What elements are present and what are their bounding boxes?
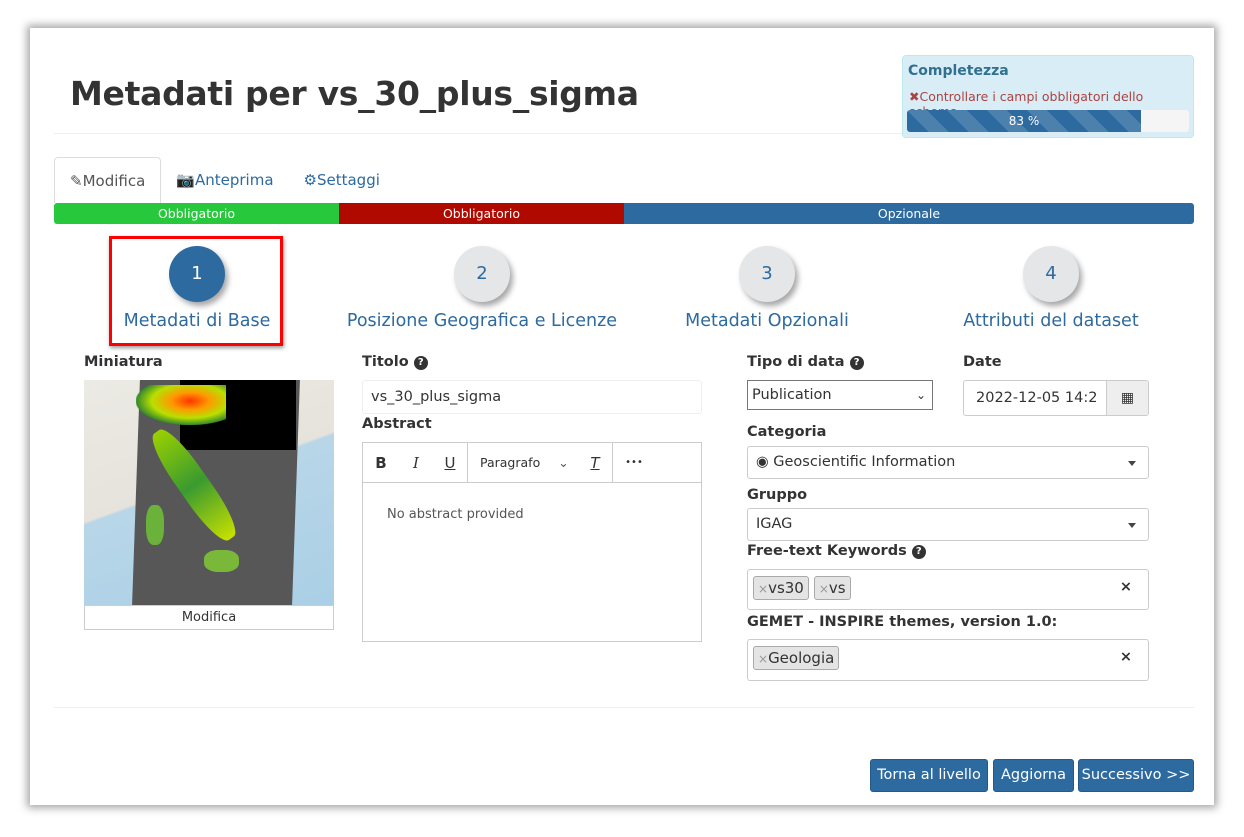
thumbnail-label: Miniatura xyxy=(84,354,163,370)
step-label: Attributi del dataset xyxy=(963,311,1139,331)
tab-modifica[interactable]: ✎Modifica xyxy=(54,157,162,203)
step-label: Posizione Geografica e Licenze xyxy=(346,311,618,331)
completeness-title: Completezza xyxy=(908,63,1009,79)
chevron-down-icon: ⌄ xyxy=(915,388,926,402)
tag-text: vs30 xyxy=(768,579,804,597)
segment-obbligatorio-2: Obbligatorio xyxy=(339,203,624,224)
title-input[interactable]: vs_30_plus_sigma xyxy=(362,380,702,414)
tag-text: vs xyxy=(828,579,846,597)
select-value: Geoscientific Information xyxy=(773,454,956,470)
gear-icon: ⚙ xyxy=(303,171,317,189)
tab-settaggi[interactable]: ⚙Settaggi xyxy=(289,157,395,203)
clear-format-button[interactable]: T xyxy=(578,454,612,472)
data-type-select[interactable]: Publication ⌄ xyxy=(747,380,933,410)
label-text: Titolo xyxy=(362,354,409,370)
date-input[interactable]: 2022-12-05 14:2 ▦ xyxy=(963,380,1149,416)
help-icon[interactable]: ? xyxy=(849,356,864,370)
camera-icon: 📷 xyxy=(176,171,195,189)
remove-tag-icon[interactable]: × xyxy=(819,582,829,596)
bold-button[interactable]: B xyxy=(363,454,399,472)
paragraph-select[interactable]: Paragrafo ⌄ xyxy=(468,455,578,470)
thumbnail-image xyxy=(84,380,334,605)
abstract-placeholder[interactable]: No abstract provided xyxy=(363,483,701,546)
title-label: Titolo ? xyxy=(362,354,428,370)
tab-anteprima[interactable]: 📷Anteprima xyxy=(161,157,288,203)
editor-toolbar: B I U Paragrafo ⌄ T ••• xyxy=(363,442,701,483)
keywords-label: Free-text Keywords ? xyxy=(747,543,926,559)
tab-label: Modifica xyxy=(82,172,146,190)
underline-button[interactable]: U xyxy=(433,454,467,472)
step-4[interactable]: 4 Attributi del dataset xyxy=(906,246,1196,331)
tab-bar: ✎Modifica 📷Anteprima ⚙Settaggi xyxy=(54,157,395,203)
clear-icon[interactable]: × xyxy=(1120,579,1132,595)
divider xyxy=(54,707,1194,708)
step-label: Metadati Opzionali xyxy=(685,311,849,331)
segment-opzionale: Opzionale xyxy=(624,203,1194,224)
abstract-editor: B I U Paragrafo ⌄ T ••• No abstract provi… xyxy=(362,442,702,642)
step-number: 4 xyxy=(1023,246,1079,302)
gemet-label: GEMET - INSPIRE themes, version 1.0: xyxy=(747,614,1058,630)
highlight-box xyxy=(109,236,283,346)
group-select[interactable]: IGAG xyxy=(747,508,1149,541)
gemet-tag[interactable]: ×Geologia xyxy=(753,646,840,670)
progress-fill: 83 % xyxy=(907,110,1142,132)
progress-bar: 83 % xyxy=(907,110,1189,132)
italic-button[interactable]: I xyxy=(399,454,433,472)
step-number: 3 xyxy=(739,246,795,302)
remove-tag-icon[interactable]: × xyxy=(758,652,768,666)
caret-down-icon xyxy=(1128,460,1136,466)
tab-label: Settaggi xyxy=(316,171,380,189)
keywords-input[interactable]: ×vs30 ×vs × xyxy=(747,569,1149,610)
update-button[interactable]: Aggiorna xyxy=(993,759,1074,792)
help-icon[interactable]: ? xyxy=(413,356,428,370)
clear-icon[interactable]: × xyxy=(1120,649,1132,665)
abstract-label: Abstract xyxy=(362,416,432,432)
x-icon: ✖ xyxy=(909,89,920,104)
pencil-icon: ✎ xyxy=(70,172,83,190)
tab-label: Anteprima xyxy=(194,171,274,189)
date-label: Date xyxy=(963,354,1002,370)
paragraph-label: Paragrafo xyxy=(480,455,541,470)
remove-tag-icon[interactable]: × xyxy=(758,582,768,596)
back-to-layer-button[interactable]: Torna al livello xyxy=(870,759,988,792)
completeness-box: Completezza ✖Controllare i campi obbliga… xyxy=(902,55,1194,138)
date-value: 2022-12-05 14:2 xyxy=(976,390,1098,406)
select-value: IGAG xyxy=(756,516,793,532)
step-3[interactable]: 3 Metadati Opzionali xyxy=(622,246,912,331)
segment-obbligatorio-1: Obbligatorio xyxy=(54,203,339,224)
chevron-down-icon: ⌄ xyxy=(558,455,569,470)
label-text: Free-text Keywords xyxy=(747,543,907,559)
tag-text: Geologia xyxy=(768,649,835,667)
next-button[interactable]: Successivo >> xyxy=(1078,759,1194,792)
geoscience-icon: ◉ xyxy=(756,454,769,470)
step-number: 2 xyxy=(454,246,510,302)
gemet-input[interactable]: ×Geologia × xyxy=(747,639,1149,681)
group-label: Gruppo xyxy=(747,487,808,503)
help-icon[interactable]: ? xyxy=(911,545,926,559)
step-2[interactable]: 2 Posizione Geografica e Licenze xyxy=(337,246,627,331)
more-button[interactable]: ••• xyxy=(613,457,655,468)
data-type-label: Tipo di data ? xyxy=(747,354,864,370)
calendar-icon[interactable]: ▦ xyxy=(1106,381,1148,415)
label-text: Tipo di data xyxy=(747,354,845,370)
category-select[interactable]: ◉ Geoscientific Information xyxy=(747,446,1149,479)
page-title: Metadati per vs_30_plus_sigma xyxy=(70,74,639,113)
keyword-tag[interactable]: ×vs30 xyxy=(753,576,809,600)
caret-down-icon xyxy=(1128,522,1136,528)
select-value: Publication xyxy=(752,387,832,403)
category-label: Categoria xyxy=(747,424,827,440)
keyword-tag[interactable]: ×vs xyxy=(813,576,851,600)
thumbnail-edit-button[interactable]: Modifica xyxy=(84,605,334,630)
metadata-panel: Metadati per vs_30_plus_sigma Completezz… xyxy=(30,28,1214,805)
